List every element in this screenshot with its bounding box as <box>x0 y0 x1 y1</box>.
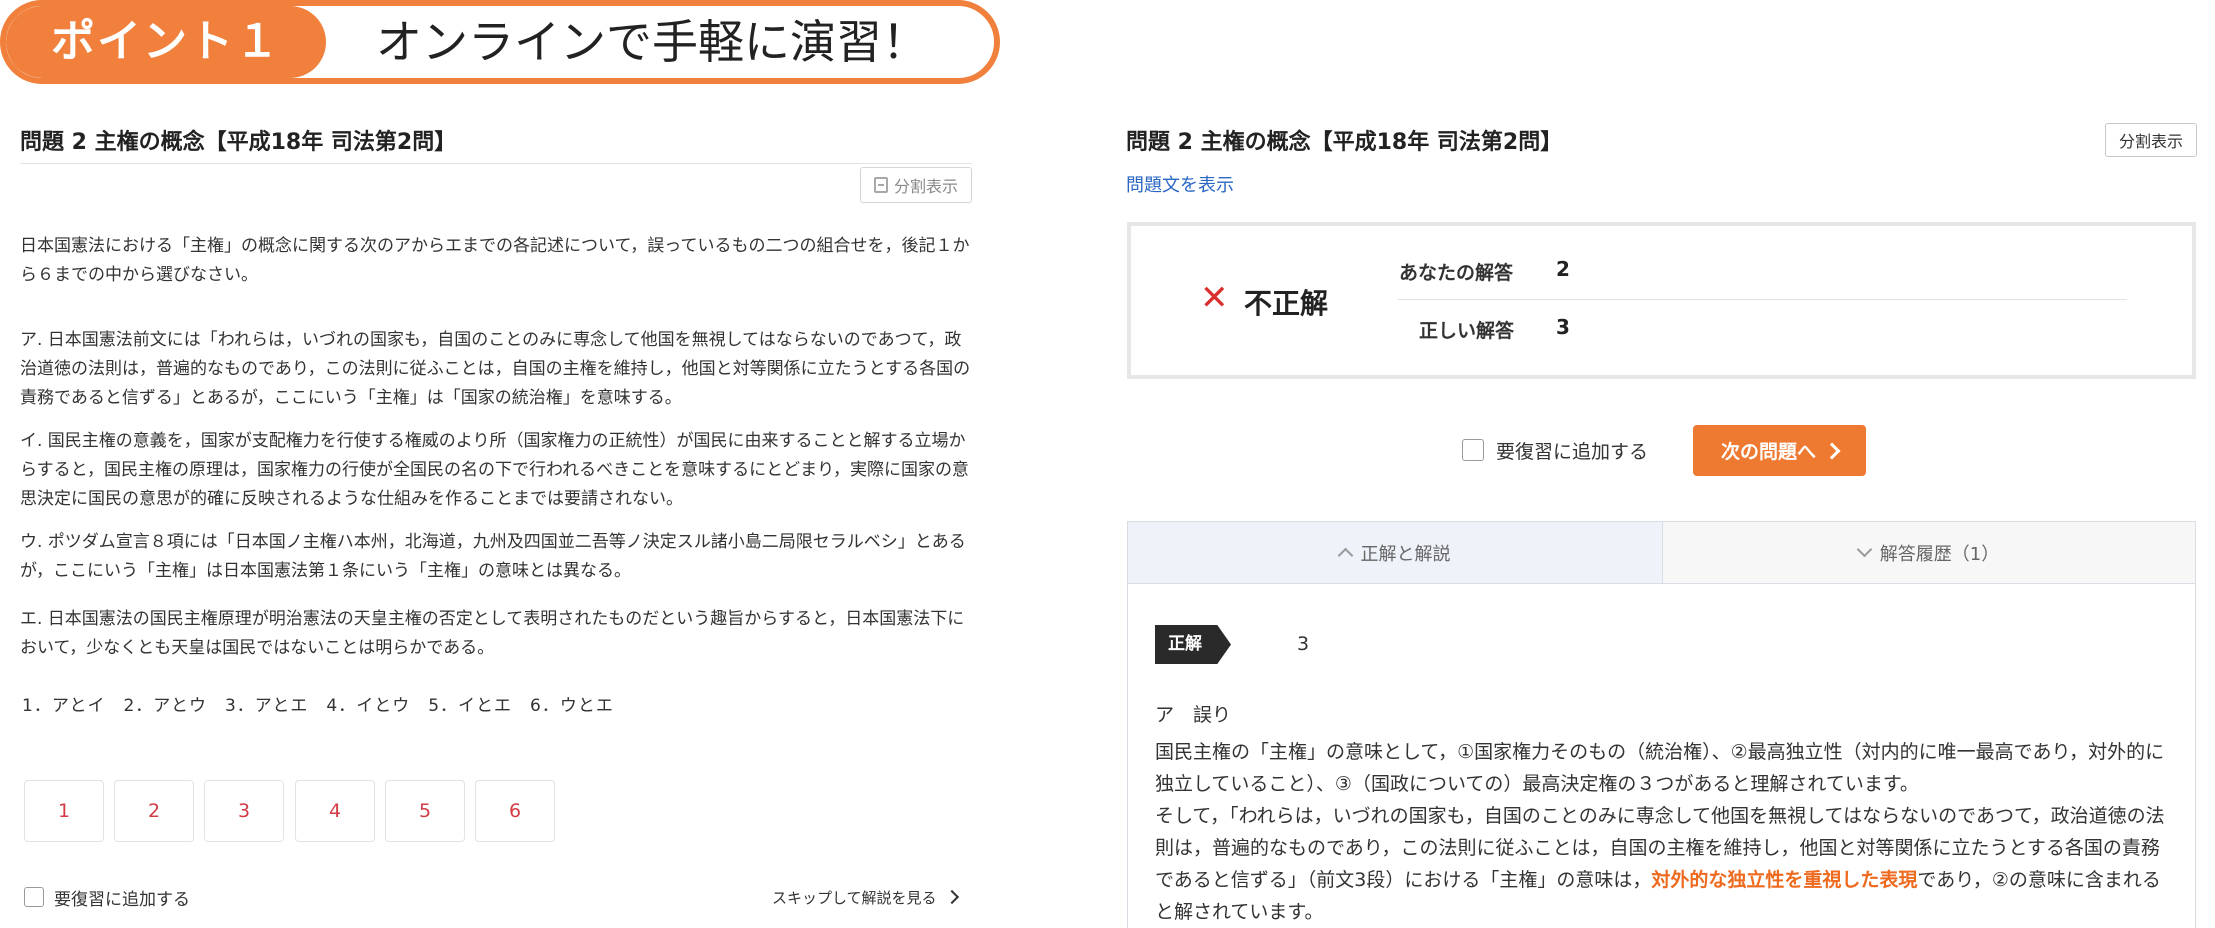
answer-button-2[interactable]: 2 <box>114 780 194 842</box>
tab-history[interactable]: 解答履歴（1） <box>1662 521 2196 584</box>
chevron-right-icon <box>944 889 959 905</box>
banner-title: オンラインで手軽に演習！ <box>376 15 928 69</box>
answer-button-4[interactable]: 4 <box>295 780 375 842</box>
explanation-text: 国民主権の「主権」の意味として，①国家権力そのもの（統治権）、②最高独立性（対内… <box>1155 736 2165 928</box>
explanation-highlight: 対外的な独立性を重視した表現 <box>1651 869 1918 891</box>
tab-explanation[interactable]: 正解と解説 <box>1127 521 1663 584</box>
next-question-label: 次の問題へ <box>1720 441 1816 463</box>
left-divider <box>20 163 972 164</box>
skip-label: スキップして解説を見る <box>772 889 937 907</box>
correct-answer-label: 正しい解答 <box>1419 320 1515 342</box>
skip-to-explanation-link[interactable]: スキップして解説を見る <box>772 887 959 908</box>
right-review-checkbox[interactable] <box>1462 439 1484 461</box>
split-view-icon <box>873 177 888 193</box>
answer-button-3[interactable]: 3 <box>204 780 284 842</box>
tab-history-label: 解答履歴（1） <box>1879 543 2000 565</box>
result-status: 不正解 <box>1244 287 1329 320</box>
choice-list: 1．アとイ 2．アとウ 3．アとエ 4．イとウ 5．イとエ 6．ウとエ <box>22 696 614 716</box>
wrong-x-icon: ✕ <box>1200 278 1229 318</box>
correct-badge: 正解 <box>1155 625 1231 664</box>
chevron-up-icon <box>1337 547 1353 564</box>
right-review-label[interactable]: 要復習に追加する <box>1496 437 1648 464</box>
correct-answer-value: 3 <box>1556 315 1570 339</box>
left-question-title: 問題 2 主権の概念【平成18年 司法第2問】 <box>20 130 457 155</box>
chevron-down-icon <box>1856 541 1873 558</box>
statement-a: ア. 日本国憲法前文には「われらは，いづれの国家も，自国のことのみに専念して他国… <box>20 330 971 408</box>
verdict-a: ア 誤り <box>1155 704 1232 726</box>
correct-answer-number: 3 <box>1297 633 1310 655</box>
your-answer-value: 2 <box>1556 257 1570 281</box>
tab-explanation-label: 正解と解説 <box>1360 543 1451 565</box>
answer-button-6[interactable]: 6 <box>475 780 555 842</box>
statement-e: エ. 日本国憲法の国民主権原理が明治憲法の天皇主権の否定として表明されたものだと… <box>20 609 965 658</box>
right-split-view-button[interactable]: 分割表示 <box>2105 123 2197 157</box>
point-banner: ポイント１ オンラインで手軽に演習！ <box>0 0 1000 84</box>
show-question-link[interactable]: 問題文を表示 <box>1126 171 1234 197</box>
question-prompt: 日本国憲法における「主権」の概念に関する次のアからエまでの各記述について，誤って… <box>20 236 970 285</box>
left-review-label[interactable]: 要復習に追加する <box>54 885 190 910</box>
left-split-label: 分割表示 <box>893 177 958 196</box>
statement-u: ウ. ポツダム宣言８項には「日本国ノ主権ハ本州，北海道，九州及四国並二吾等ノ決定… <box>20 532 966 581</box>
left-review-checkbox[interactable] <box>24 887 44 907</box>
answer-button-5[interactable]: 5 <box>385 780 465 842</box>
chevron-right-icon <box>1823 442 1841 459</box>
result-divider <box>1398 299 2127 300</box>
explanation-paragraph-1: 国民主権の「主権」の意味として，①国家権力そのもの（統治権）、②最高独立性（対内… <box>1155 741 2165 795</box>
statement-i: イ. 国民主権の意義を，国家が支配権力を行使する権威のより所（国家権力の正統性）… <box>20 431 969 509</box>
point-tag: ポイント１ <box>6 6 326 78</box>
answer-button-1[interactable]: 1 <box>24 780 104 842</box>
result-box: ✕ 不正解 あなたの解答 2 正しい解答 3 <box>1127 222 2196 379</box>
your-answer-label: あなたの解答 <box>1399 262 1514 284</box>
right-question-title: 問題 2 主権の概念【平成18年 司法第2問】 <box>1126 130 1563 155</box>
left-split-view-button[interactable]: 分割表示 <box>860 167 972 203</box>
next-question-button[interactable]: 次の問題へ <box>1693 425 1866 476</box>
